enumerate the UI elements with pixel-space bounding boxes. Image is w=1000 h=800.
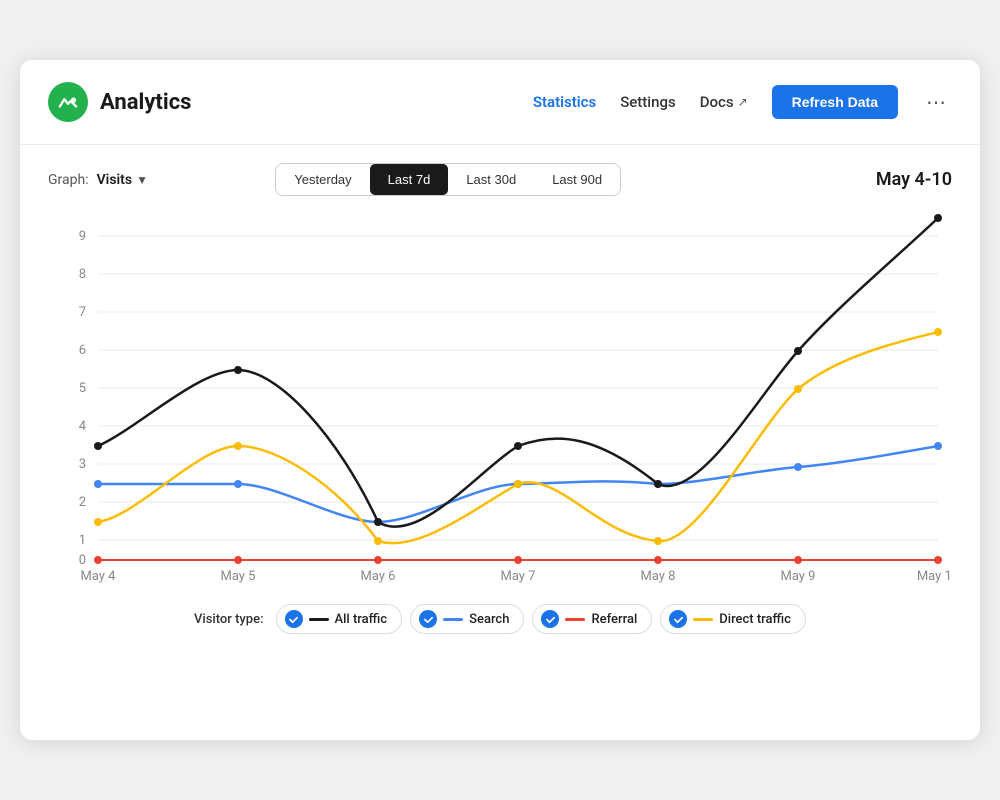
period-last7d-button[interactable]: Last 7d [370,164,449,195]
legend-all-traffic[interactable]: All traffic [276,604,403,634]
svg-text:4: 4 [79,419,87,434]
chevron-down-icon: ▼ [136,173,148,187]
all-traffic-check-icon [285,610,303,628]
svg-text:May 7: May 7 [500,569,535,584]
nav-statistics[interactable]: Statistics [533,93,596,111]
search-label: Search [469,612,509,627]
refresh-data-button[interactable]: Refresh Data [772,85,898,119]
svg-text:May 10: May 10 [917,569,952,584]
svg-text:May 6: May 6 [360,569,395,584]
period-yesterday-button[interactable]: Yesterday [276,164,369,195]
period-last30d-button[interactable]: Last 30d [448,164,534,195]
svg-text:5: 5 [79,381,86,396]
direct-traffic-check-icon [669,610,687,628]
nav-docs[interactable]: Docs ↗ [700,93,748,111]
graph-type-value: Visits [97,172,132,188]
chart-container: 9 8 7 6 5 4 3 2 1 0 May 4 May 5 May 6 Ma… [20,206,980,586]
date-range-label: May 4-10 [876,169,952,190]
svg-text:May 5: May 5 [220,569,255,584]
svg-text:May 9: May 9 [780,569,815,584]
app-title: Analytics [100,90,191,115]
analytics-card: Analytics Statistics Settings Docs ↗ Ref… [20,60,980,740]
svg-text:1: 1 [79,533,86,548]
legend-direct-traffic[interactable]: Direct traffic [660,604,806,634]
search-check-icon [419,610,437,628]
direct-traffic-line-swatch [693,618,713,621]
referral-line-swatch [565,618,585,621]
graph-type-selector[interactable]: Visits ▼ [97,172,148,188]
svg-text:0: 0 [79,553,86,568]
header: Analytics Statistics Settings Docs ↗ Ref… [20,60,980,145]
logo-wrap: Analytics [48,82,533,122]
nav-settings[interactable]: Settings [620,93,676,111]
header-nav: Statistics Settings Docs ↗ Refresh Data … [533,85,952,119]
legend-prefix: Visitor type: [194,612,263,627]
referral-check-icon [541,610,559,628]
period-group: Yesterday Last 7d Last 30d Last 90d [275,163,621,196]
svg-text:7: 7 [79,305,86,320]
svg-text:6: 6 [79,343,86,358]
svg-text:May 4: May 4 [80,569,116,584]
svg-text:8: 8 [79,267,86,282]
nav-docs-label: Docs [700,93,734,111]
svg-text:3: 3 [79,457,86,472]
more-options-button[interactable]: ⋯ [922,90,952,115]
direct-traffic-label: Direct traffic [719,612,791,627]
app-logo-icon [48,82,88,122]
direct-traffic-line [98,332,938,543]
all-traffic-label: All traffic [335,612,388,627]
toolbar: Graph: Visits ▼ Yesterday Last 7d Last 3… [20,145,980,206]
svg-text:2: 2 [79,495,86,510]
all-traffic-line-swatch [309,618,329,621]
legend-referral[interactable]: Referral [532,604,652,634]
legend: Visitor type: All traffic Search [20,586,980,656]
legend-search[interactable]: Search [410,604,524,634]
svg-text:9: 9 [79,229,86,244]
graph-prefix-label: Graph: [48,172,89,188]
line-chart: 9 8 7 6 5 4 3 2 1 0 May 4 May 5 May 6 Ma… [48,206,952,586]
period-last90d-button[interactable]: Last 90d [534,164,620,195]
referral-label: Referral [591,612,637,627]
svg-text:May 8: May 8 [640,569,675,584]
search-line-swatch [443,618,463,621]
external-link-icon: ↗ [738,95,748,109]
